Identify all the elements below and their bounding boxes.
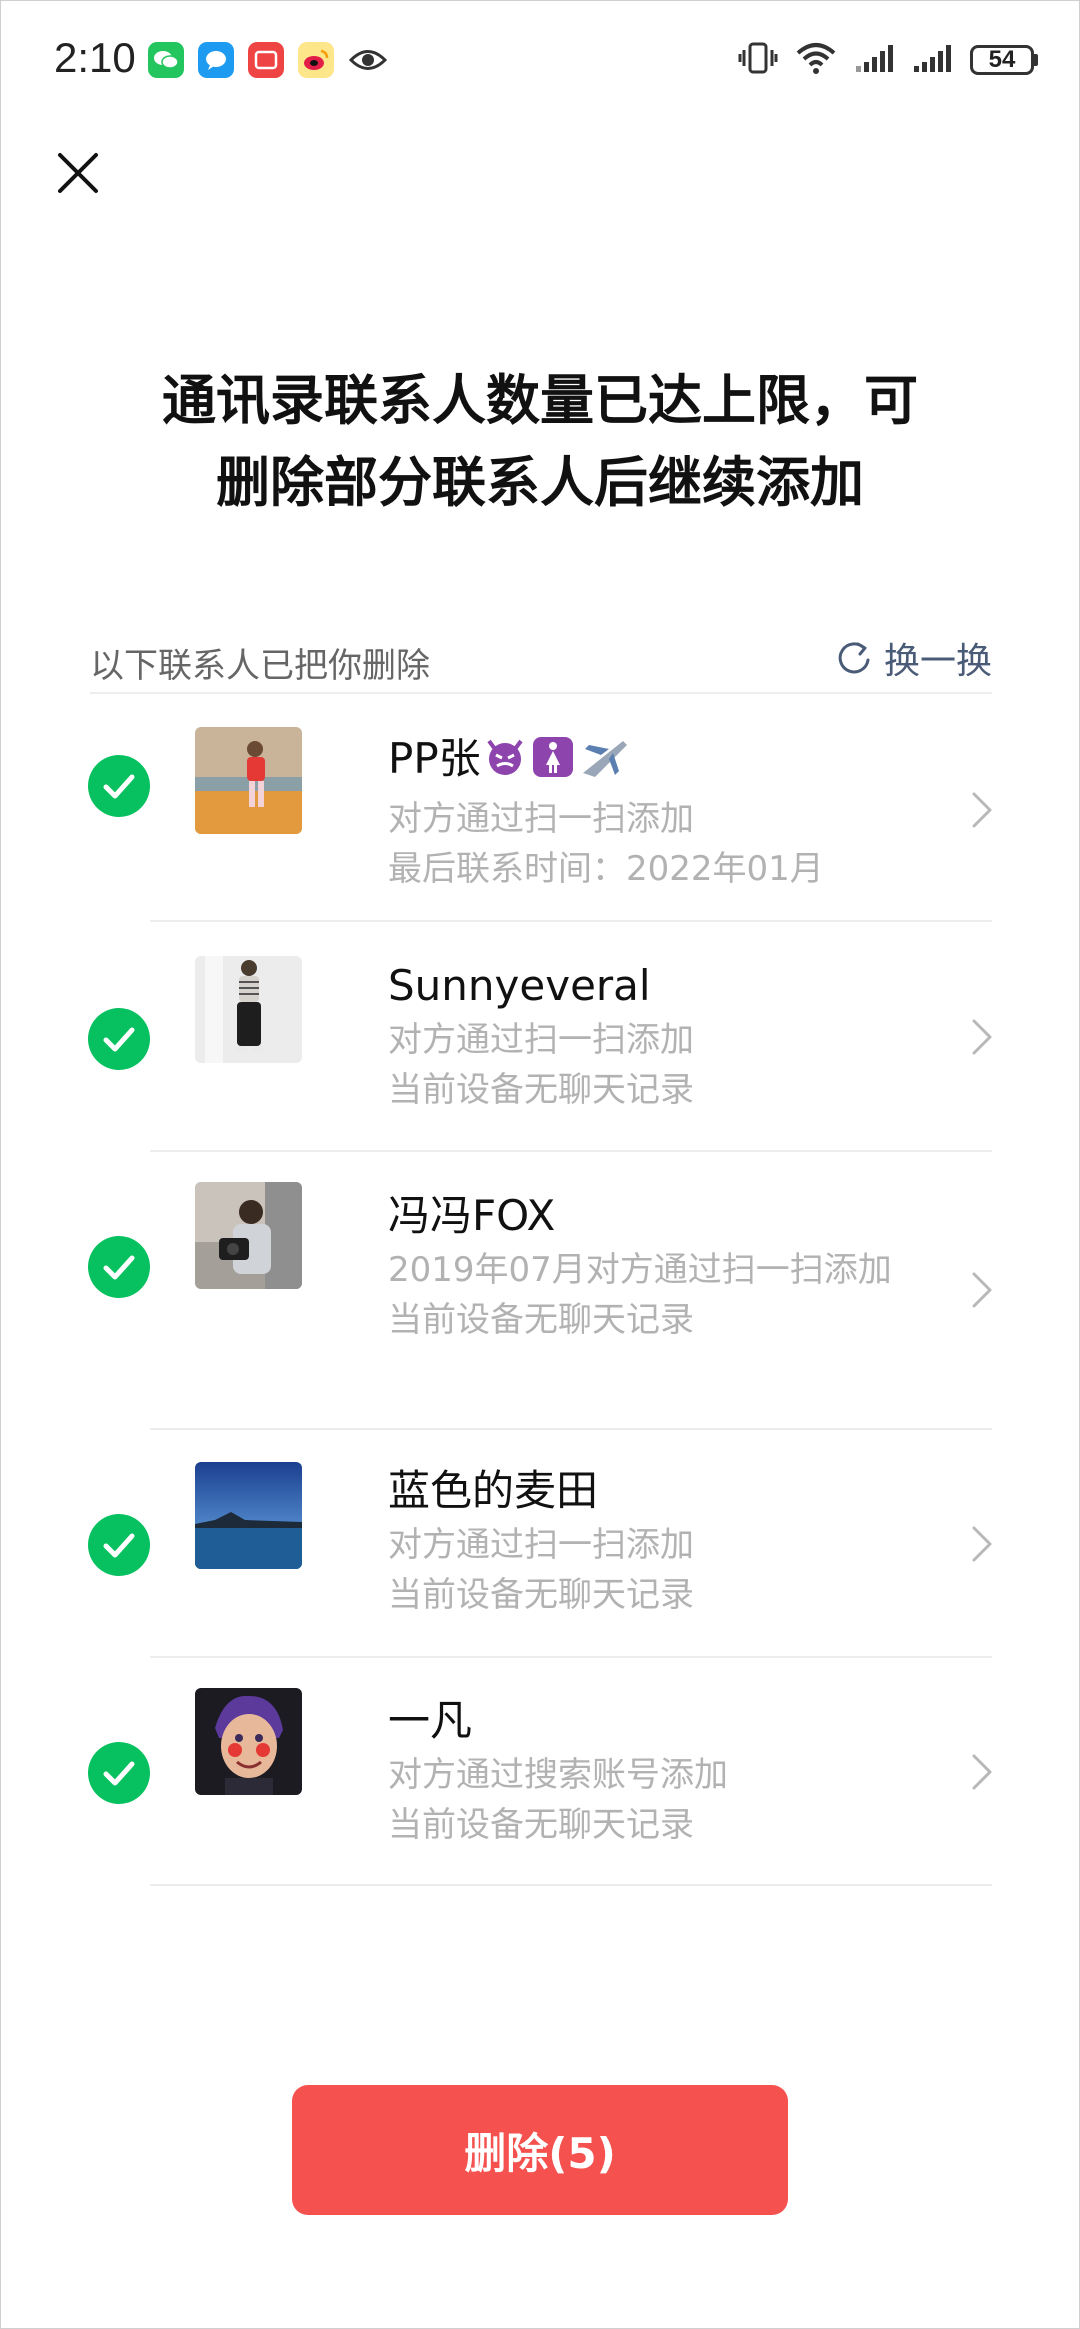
system-icons: 54 — [738, 40, 1038, 80]
row-divider — [150, 1884, 992, 1886]
avatar — [195, 1182, 302, 1289]
contact-last-time: 最后联系时间：2022年01月 — [388, 849, 824, 889]
contact-name: 一凡 — [388, 1696, 473, 1745]
checkbox-checked[interactable] — [88, 1514, 150, 1576]
wifi-icon — [794, 41, 838, 79]
signal-icon — [912, 42, 954, 78]
contact-chat-status: 当前设备无聊天记录 — [388, 1300, 694, 1340]
contact-source: 2019年07月对方通过扫一扫添加 — [388, 1250, 892, 1290]
close-icon — [58, 153, 98, 193]
contact-row[interactable]: Sunnyeveral 对方通过扫一扫添加 当前设备无聊天记录 — [0, 922, 1080, 1150]
checkmark-icon — [103, 1027, 135, 1052]
contact-info: Sunnyeveral 对方通过扫一扫添加 当前设备无聊天记录 — [388, 957, 928, 1115]
avatar — [195, 1688, 302, 1795]
contact-source: 对方通过扫一扫添加 — [388, 799, 694, 839]
checkmark-icon — [103, 774, 135, 799]
avatar — [195, 1462, 302, 1569]
app-red-icon — [248, 42, 284, 78]
chevron-right-icon — [970, 1524, 994, 1564]
contact-chat-status: 当前设备无聊天记录 — [388, 1070, 694, 1110]
checkmark-icon — [103, 1255, 135, 1280]
contact-name: PP张 — [388, 730, 928, 794]
contact-info: 一凡 对方通过搜索账号添加 当前设备无聊天记录 — [388, 1692, 928, 1850]
contact-row[interactable]: 蓝色的麦田 对方通过扫一扫添加 当前设备无聊天记录 — [0, 1430, 1080, 1658]
chevron-right-icon — [970, 790, 994, 830]
contact-source: 对方通过搜索账号添加 — [388, 1755, 728, 1795]
checkmark-icon — [103, 1533, 135, 1558]
refresh-label: 换一换 — [883, 641, 992, 682]
refresh-icon — [838, 642, 870, 674]
battery-tip — [1034, 54, 1038, 66]
chevron-right-icon — [970, 1752, 994, 1792]
checkbox-checked[interactable] — [88, 1742, 150, 1804]
notification-icons — [148, 42, 388, 78]
contact-source: 对方通过扫一扫添加 — [388, 1525, 694, 1565]
checkbox-checked[interactable] — [88, 1008, 150, 1070]
avatar — [195, 727, 302, 834]
contact-chat-status: 当前设备无聊天记录 — [388, 1805, 694, 1845]
contact-name: Sunnyeveral — [388, 961, 651, 1010]
eye-icon — [348, 42, 388, 78]
status-time: 2:10 — [54, 34, 136, 81]
battery-icon: 54 — [970, 45, 1038, 75]
message-icon — [198, 42, 234, 78]
vibrate-icon — [738, 40, 778, 80]
chevron-right-icon — [970, 1270, 994, 1310]
airplane-emoji — [579, 735, 629, 794]
checkbox-checked[interactable] — [88, 755, 150, 817]
section-label: 以下联系人已把你删除 — [90, 646, 430, 686]
checkbox-checked[interactable] — [88, 1236, 150, 1298]
chevron-right-icon — [970, 1017, 994, 1057]
title-line-1: 通讯录联系人数量已达上限，可 — [162, 369, 918, 432]
signal-icon — [854, 42, 896, 78]
contact-row[interactable]: PP张 对方通过扫一扫添加 最后联系时间：2022年01月 — [0, 700, 1080, 920]
contact-info: 冯冯FOX 2019年07月对方通过扫一扫添加 当前设备无聊天记录 — [388, 1187, 918, 1345]
title-line-2: 删除部分联系人后继续添加 — [216, 451, 864, 514]
close-button[interactable] — [50, 145, 106, 201]
refresh-button[interactable]: 换一换 — [834, 632, 992, 684]
contact-source: 对方通过扫一扫添加 — [388, 1020, 694, 1060]
contact-info: 蓝色的麦田 对方通过扫一扫添加 当前设备无聊天记录 — [388, 1462, 928, 1620]
delete-button[interactable]: 删除(5) — [292, 2085, 788, 2215]
contact-name-text: PP张 — [388, 734, 481, 783]
section-header: 以下联系人已把你删除 换一换 — [90, 630, 992, 694]
battery-level: 54 — [970, 45, 1034, 75]
section-divider — [90, 692, 992, 694]
contact-name: 冯冯FOX — [388, 1191, 556, 1240]
devil-emoji — [483, 735, 527, 794]
contact-row[interactable]: 一凡 对方通过搜索账号添加 当前设备无聊天记录 — [0, 1658, 1080, 1886]
weibo-icon — [298, 42, 334, 78]
contact-row[interactable]: 冯冯FOX 2019年07月对方通过扫一扫添加 当前设备无聊天记录 — [0, 1152, 1080, 1428]
checkmark-icon — [103, 1761, 135, 1786]
contact-name: 蓝色的麦田 — [388, 1466, 599, 1515]
status-bar: 2:10 54 — [0, 0, 1080, 120]
contact-info: PP张 对方通过扫一扫添加 最后联系时间：2022年01月 — [388, 730, 928, 894]
contact-chat-status: 当前设备无聊天记录 — [388, 1575, 694, 1615]
page-title: 通讯录联系人数量已达上限，可 删除部分联系人后继续添加 — [80, 360, 1000, 524]
avatar — [195, 956, 302, 1063]
wechat-icon — [148, 42, 184, 78]
womens-room-emoji — [531, 735, 575, 794]
